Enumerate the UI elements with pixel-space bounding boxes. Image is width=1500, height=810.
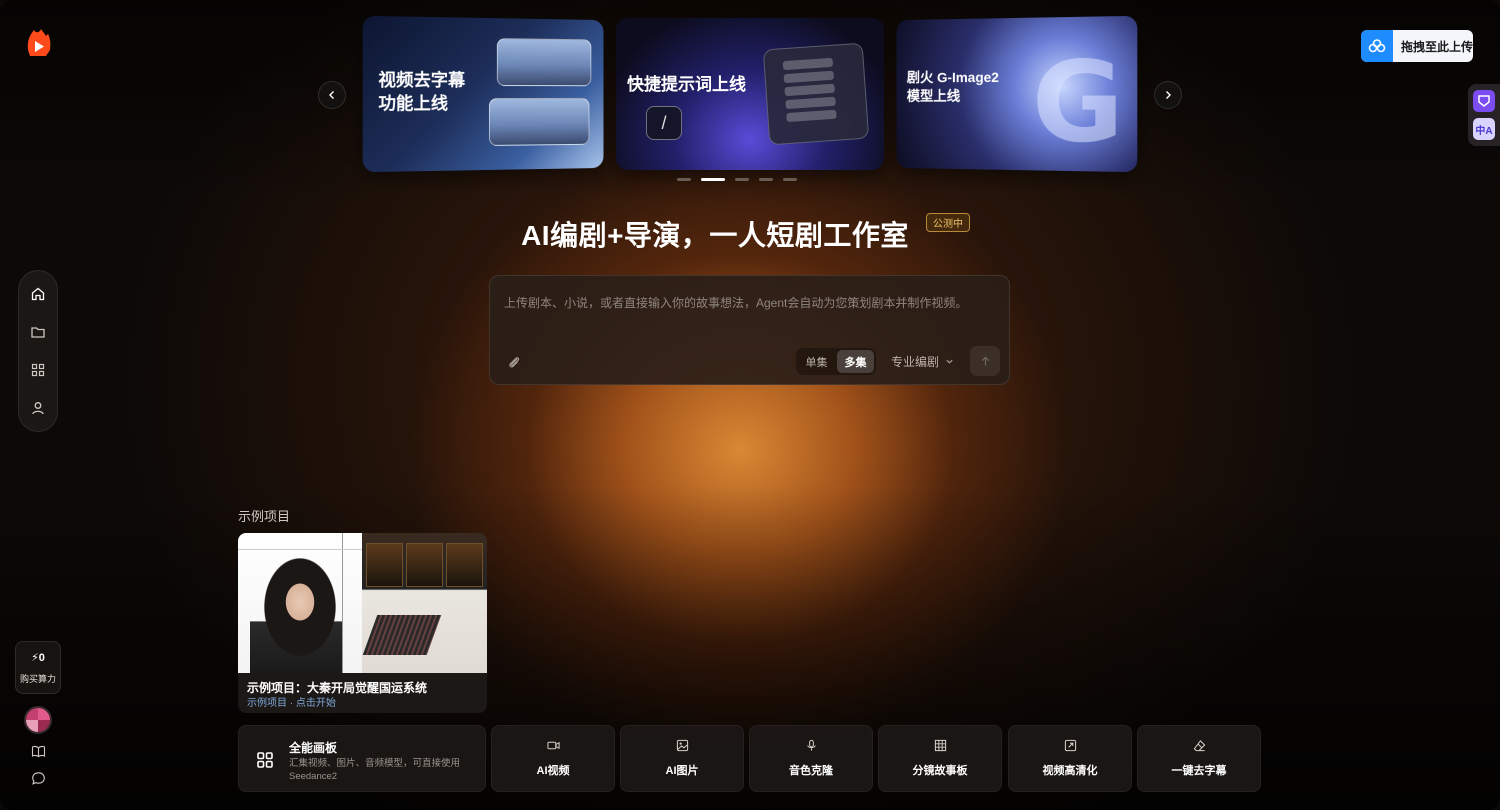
carousel-prev-button[interactable] [318, 81, 346, 109]
app-logo-icon[interactable] [26, 28, 52, 58]
carousel-next-button[interactable] [1154, 81, 1182, 109]
video-icon [546, 741, 560, 750]
chevron-right-icon [1166, 91, 1171, 99]
sample-project-subtitle[interactable]: 示例项目 · 点击开始 [247, 694, 336, 709]
upload-label: 拖拽至此上传 [1401, 39, 1473, 54]
drag-upload-button[interactable]: 拖拽至此上传 [1361, 30, 1473, 62]
page-title: AI编剧+导演，一人短剧工作室 [521, 220, 909, 251]
buy-credits-button[interactable]: ⚡︎0 购买算力 [15, 641, 61, 694]
tool-label: 音色克隆 [789, 765, 833, 777]
canvas-grid-icon [257, 752, 273, 768]
tool-description: 汇集视频、图片、音频模型，可直接使用Seedance2 [289, 758, 461, 782]
mic-icon [806, 739, 816, 751]
mode-multi-episode[interactable]: 多集 [837, 350, 874, 373]
carousel-pagination [677, 178, 797, 181]
user-icon [32, 402, 44, 415]
slide-thumbnail [496, 38, 592, 87]
slide-title: 视频去字幕 功能上线 [378, 70, 466, 114]
eraser-icon [1193, 740, 1205, 752]
g-logo-graphic: G [1031, 36, 1125, 168]
tool-ai-image[interactable]: AI图片 [620, 725, 744, 792]
sample-character-image [238, 533, 362, 673]
sidebar-item-projects[interactable] [26, 321, 50, 343]
sidebar-item-home[interactable] [26, 283, 50, 305]
app-frame: 视频去字幕 功能上线 快捷提示词上线 / G 剧火 G-Image2 模型上线 … [0, 0, 1500, 810]
tool-label: 一键去字幕 [1171, 765, 1227, 777]
writer-select[interactable]: 专业编剧 [891, 348, 954, 375]
prompt-box: 上传剧本、小说，或者直接输入你的故事想法，Agent会自动为您策划剧本并制作视频… [489, 275, 1010, 385]
carousel-slide-prompt-shortcuts[interactable]: 快捷提示词上线 / [616, 18, 884, 170]
tool-all-in-one-canvas[interactable]: 全能画板 汇集视频、图片、音频模型，可直接使用Seedance2 [238, 725, 486, 792]
section-label-samples: 示例项目 [238, 509, 291, 524]
credit-balance: ⚡︎0 [31, 651, 45, 664]
carousel-slide-g-image2[interactable]: G 剧火 G-Image2 模型上线 [896, 15, 1138, 173]
book-icon[interactable] [31, 744, 46, 759]
bolt-icon: ⚡︎ [31, 651, 39, 664]
folder-icon [31, 327, 45, 338]
tool-title: 全能画板 [289, 741, 338, 755]
translate-icon[interactable]: 中A [1473, 118, 1495, 140]
tool-label: 分镜故事板 [912, 765, 968, 777]
sample-storyboard-image [362, 533, 487, 673]
carousel-slide-subtitle-removal[interactable]: 视频去字幕 功能上线 [362, 15, 604, 173]
slash-key-icon: / [646, 106, 682, 140]
apps-grid-icon [31, 363, 45, 377]
prompt-input[interactable]: 上传剧本、小说，或者直接输入你的故事想法，Agent会自动为您策划剧本并制作视频… [504, 294, 967, 311]
cloud-upload-icon [1361, 30, 1393, 62]
carousel-dot[interactable] [783, 178, 797, 181]
slide-title: 剧火 G-Image2 模型上线 [906, 69, 999, 104]
extension-toolbar: 中A [1468, 84, 1500, 146]
tool-remove-subtitles[interactable]: 一键去字幕 [1137, 725, 1261, 792]
chevron-down-icon [946, 359, 953, 364]
paperclip-icon[interactable] [506, 354, 522, 370]
sidebar-item-apps[interactable] [26, 359, 50, 381]
slide-thumbnail [488, 97, 590, 146]
sidebar-item-profile[interactable] [26, 397, 50, 419]
chevron-left-icon [329, 91, 334, 99]
slide-menu-graphic [762, 42, 870, 146]
extension-shield-icon[interactable] [1473, 90, 1495, 112]
carousel-dot-active[interactable] [701, 178, 725, 181]
episode-mode-toggle: 单集 多集 [796, 348, 876, 375]
user-avatar[interactable] [24, 706, 52, 734]
beta-badge: 公测中 [926, 213, 970, 232]
carousel-dot[interactable] [759, 178, 773, 181]
slide-title: 快捷提示词上线 [627, 75, 746, 94]
tool-label: 视频高清化 [1042, 765, 1098, 777]
enhance-icon [1064, 739, 1076, 752]
send-button[interactable] [970, 346, 1000, 376]
arrow-up-icon [981, 356, 989, 366]
mode-single-episode[interactable]: 单集 [798, 350, 835, 373]
sidebar-nav [18, 270, 58, 432]
home-icon [31, 287, 45, 301]
tool-label: AI视频 [536, 765, 570, 777]
carousel-dot[interactable] [677, 178, 691, 181]
writer-select-value: 专业编剧 [891, 355, 940, 369]
buy-credits-label: 购买算力 [19, 673, 56, 684]
tool-voice-clone[interactable]: 音色克隆 [749, 725, 873, 792]
sample-project-card[interactable]: 示例项目：大秦开局觉醒国运系统 示例项目 · 点击开始 [238, 533, 487, 713]
tool-video-enhance[interactable]: 视频高清化 [1008, 725, 1132, 792]
tool-storyboard[interactable]: 分镜故事板 [878, 725, 1002, 792]
tool-label: AI图片 [665, 765, 699, 777]
grid-icon [934, 739, 946, 752]
carousel-dot[interactable] [735, 178, 749, 181]
chat-bubble-icon[interactable] [31, 771, 46, 786]
tool-ai-video[interactable]: AI视频 [491, 725, 615, 792]
image-icon [676, 739, 688, 752]
